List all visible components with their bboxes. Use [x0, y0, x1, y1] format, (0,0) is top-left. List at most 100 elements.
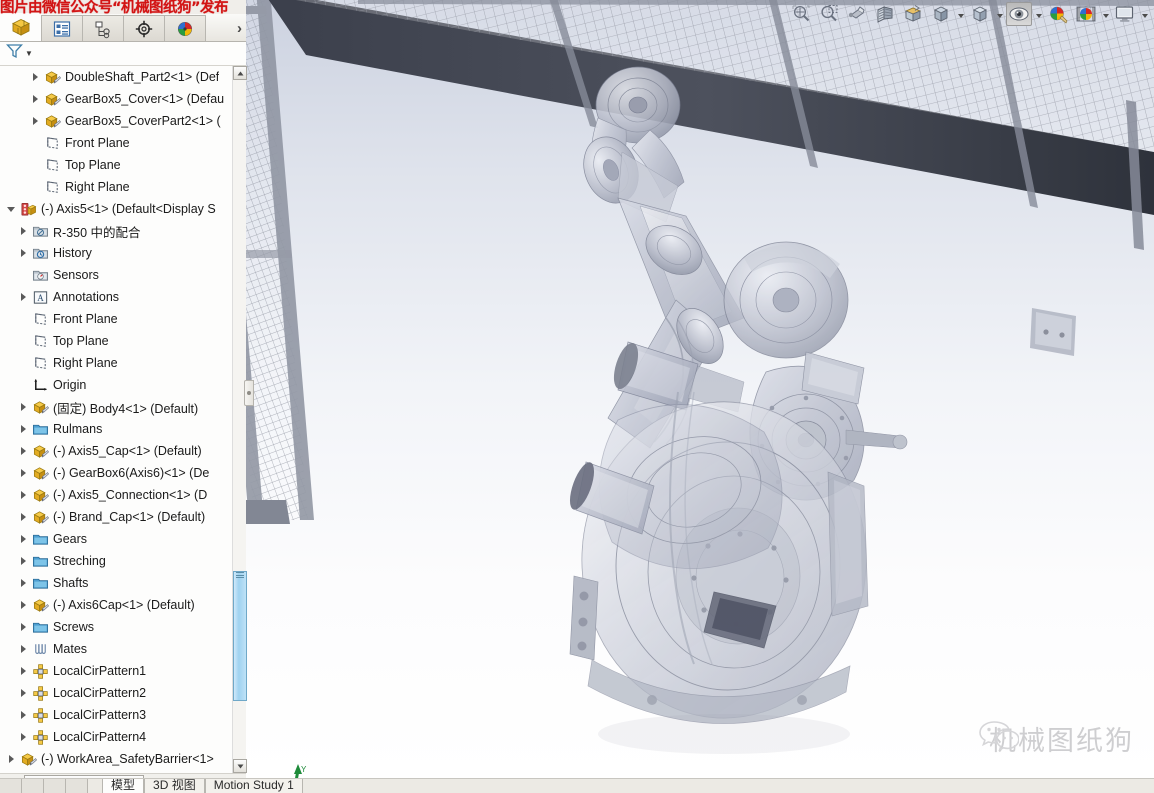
expand-collapse-right-icon[interactable]: [16, 506, 30, 528]
tree-item[interactable]: Origin: [0, 374, 232, 396]
edit-appearance-icon[interactable]: [1006, 2, 1032, 26]
expand-collapse-right-icon[interactable]: [16, 594, 30, 616]
plane-icon: [30, 331, 50, 351]
display-style-icon[interactable]: [928, 2, 954, 26]
tab-configuration-manager[interactable]: [82, 15, 124, 41]
tree-item[interactable]: DoubleShaft_Part2<1> (Def: [0, 66, 232, 88]
tree-item[interactable]: GearBox5_CoverPart2<1> (: [0, 110, 232, 132]
expand-collapse-right-icon[interactable]: [16, 528, 30, 550]
tab-dimxpert-manager[interactable]: [123, 15, 165, 41]
tree-item[interactable]: Front Plane: [0, 308, 232, 330]
filter-funnel-icon[interactable]: [6, 43, 24, 64]
design-tree[interactable]: DoubleShaft_Part2<1> (Def GearBox5_Cover<…: [0, 66, 246, 773]
tree-item-label: (-) Axis5_Connection<1> (D: [53, 488, 208, 502]
tree-item-label: Right Plane: [65, 180, 130, 194]
expand-collapse-right-icon[interactable]: [16, 638, 30, 660]
tree-item[interactable]: (固定) Body4<1> (Default): [0, 396, 232, 418]
expand-collapse-right-icon[interactable]: [4, 748, 18, 770]
expand-collapse-right-icon[interactable]: [16, 682, 30, 704]
section-view-icon[interactable]: [872, 2, 898, 26]
expand-collapse-right-icon[interactable]: [16, 462, 30, 484]
expand-collapse-down-icon[interactable]: [4, 198, 18, 220]
display-style-dropdown[interactable]: [955, 2, 966, 26]
tree-item[interactable]: Shafts: [0, 572, 232, 594]
expand-collapse-right-icon[interactable]: [16, 220, 30, 242]
tree-item[interactable]: Rulmans: [0, 418, 232, 440]
tree-item[interactable]: History: [0, 242, 232, 264]
bottom-tab-bar[interactable]: 模型 3D 视图 Motion Study 1: [0, 778, 1154, 793]
tree-item[interactable]: Screws: [0, 616, 232, 638]
heads-up-view-toolbar[interactable]: [787, 1, 1150, 27]
expand-collapse-right-icon[interactable]: [16, 396, 30, 418]
tree-vertical-scrollbar[interactable]: [232, 66, 247, 773]
filter-dropdown-caret[interactable]: ▼: [25, 49, 33, 58]
apply-scene-backdrop-icon[interactable]: [1073, 2, 1099, 26]
expand-collapse-right-icon[interactable]: [28, 66, 42, 88]
tree-item[interactable]: Top Plane: [0, 330, 232, 352]
expand-collapse-right-icon[interactable]: [16, 484, 30, 506]
expand-collapse-right-icon[interactable]: [16, 726, 30, 748]
tab-feature-manager[interactable]: [0, 13, 42, 41]
bottom-tab-3d-views[interactable]: 3D 视图: [144, 779, 205, 793]
apply-scene-icon[interactable]: [1045, 2, 1071, 26]
zoom-to-area-icon[interactable]: [816, 2, 842, 26]
tab-property-manager[interactable]: [41, 15, 83, 41]
3d-viewport[interactable]: Y X Z: [246, 0, 1154, 778]
tree-item[interactable]: LocalCirPattern1: [0, 660, 232, 682]
tree-item-label: LocalCirPattern1: [53, 664, 147, 678]
expand-collapse-right-icon[interactable]: [28, 88, 42, 110]
scroll-up-button[interactable]: [233, 66, 247, 80]
expand-collapse-right-icon[interactable]: [28, 110, 42, 132]
view-orientation-icon[interactable]: [900, 2, 926, 26]
tab-display-manager[interactable]: [164, 15, 206, 41]
view-settings-icon[interactable]: [1112, 2, 1138, 26]
tree-scrollbar-thumb[interactable]: [233, 571, 247, 701]
tree-item[interactable]: A Annotations: [0, 286, 232, 308]
tree-item[interactable]: LocalCirPattern3: [0, 704, 232, 726]
tree-item[interactable]: (-) Axis5_Connection<1> (D: [0, 484, 232, 506]
tree-item[interactable]: Mates: [0, 638, 232, 660]
tree-item[interactable]: Gears: [0, 528, 232, 550]
tree-item[interactable]: (-) GearBox6(Axis6)<1> (De: [0, 462, 232, 484]
tree-item[interactable]: Sensors: [0, 264, 232, 286]
panel-splitter-handle[interactable]: [244, 380, 254, 406]
expand-collapse-right-icon[interactable]: [16, 286, 30, 308]
tree-item[interactable]: Right Plane: [0, 176, 232, 198]
previous-view-icon[interactable]: [844, 2, 870, 26]
tree-item[interactable]: LocalCirPattern2: [0, 682, 232, 704]
hide-show-items-icon[interactable]: [967, 2, 993, 26]
tree-item-label: Front Plane: [53, 312, 118, 326]
tree-item[interactable]: (-) WorkArea_SafetyBarrier<1>: [0, 748, 232, 770]
apply-scene-dropdown[interactable]: [1100, 2, 1111, 26]
expand-collapse-right-icon[interactable]: [16, 418, 30, 440]
edit-appearance-dropdown[interactable]: [1033, 2, 1044, 26]
tree-item[interactable]: (-) Axis5<1> (Default<Display S: [0, 198, 232, 220]
scroll-down-button[interactable]: [233, 759, 247, 773]
tree-item[interactable]: GearBox5_Cover<1> (Defau: [0, 88, 232, 110]
expand-collapse-right-icon[interactable]: [16, 660, 30, 682]
manager-tab-strip[interactable]: ›: [0, 13, 246, 42]
tree-item[interactable]: Right Plane: [0, 352, 232, 374]
tree-item[interactable]: (-) Axis6Cap<1> (Default): [0, 594, 232, 616]
bottom-tab-model[interactable]: 模型: [102, 779, 145, 793]
hide-show-items-dropdown[interactable]: [994, 2, 1005, 26]
tab-overflow-chevron[interactable]: ›: [237, 20, 242, 41]
circular-pattern-icon: [30, 705, 50, 725]
expand-collapse-right-icon[interactable]: [16, 242, 30, 264]
tree-item[interactable]: Streching: [0, 550, 232, 572]
expand-collapse-right-icon[interactable]: [16, 440, 30, 462]
tree-item[interactable]: R-350 中的配合: [0, 220, 232, 242]
expand-collapse-right-icon[interactable]: [16, 550, 30, 572]
expand-collapse-right-icon[interactable]: [16, 704, 30, 726]
zoom-to-fit-icon[interactable]: [788, 2, 814, 26]
tree-filter-bar[interactable]: ▼: [0, 42, 246, 66]
expand-collapse-right-icon[interactable]: [16, 616, 30, 638]
tree-item[interactable]: Top Plane: [0, 154, 232, 176]
tree-item[interactable]: LocalCirPattern4: [0, 726, 232, 748]
expand-collapse-right-icon[interactable]: [16, 572, 30, 594]
bottom-tab-motion-study[interactable]: Motion Study 1: [204, 779, 303, 793]
view-settings-dropdown[interactable]: [1139, 2, 1150, 26]
tree-item[interactable]: Front Plane: [0, 132, 232, 154]
tree-item[interactable]: (-) Brand_Cap<1> (Default): [0, 506, 232, 528]
tree-item[interactable]: (-) Axis5_Cap<1> (Default): [0, 440, 232, 462]
